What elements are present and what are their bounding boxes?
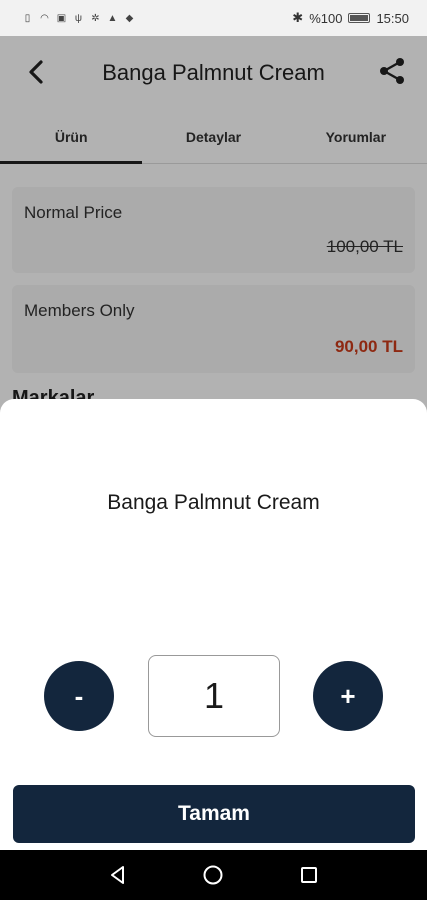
wifi-icon: ◠: [40, 12, 49, 24]
nfc-icon: ▣: [56, 12, 67, 24]
status-right: ✱ %100 15:50: [292, 10, 409, 26]
sim-icon: ▯: [24, 12, 31, 24]
bluetooth-icon: ✱: [292, 10, 304, 25]
battery-icon: [348, 13, 371, 23]
triangle-back-icon: [110, 866, 124, 884]
battery-percent: %100: [309, 10, 343, 26]
settings-icon: ✲: [91, 12, 100, 24]
clock: 15:50: [376, 10, 409, 26]
circle-home-icon: [203, 865, 223, 885]
quantity-sheet: Banga Palmnut Cream - 1 + Tamam: [0, 399, 427, 850]
nav-back-button[interactable]: [103, 860, 133, 890]
decrease-button[interactable]: -: [44, 661, 114, 731]
quantity-field[interactable]: 1: [148, 655, 280, 737]
system-nav-bar: [0, 850, 427, 900]
square-recent-icon: [301, 867, 318, 883]
confirm-button[interactable]: Tamam: [13, 785, 415, 843]
increase-button[interactable]: +: [313, 661, 383, 731]
status-bar: ▯ ◠ ▣ ψ ✲ ▲ ◆ ✱ %100 15:50: [0, 0, 427, 36]
quantity-stepper: - 1 +: [0, 655, 427, 739]
status-icons: ▯ ◠ ▣ ψ ✲ ▲ ◆: [22, 13, 135, 24]
nav-home-button[interactable]: [198, 860, 228, 890]
sheet-title: Banga Palmnut Cream: [107, 491, 320, 514]
usb-icon: ψ: [74, 12, 83, 24]
notification-icon: ▲: [107, 12, 118, 24]
app-icon: ◆: [125, 12, 134, 24]
nav-recent-button[interactable]: [294, 860, 324, 890]
